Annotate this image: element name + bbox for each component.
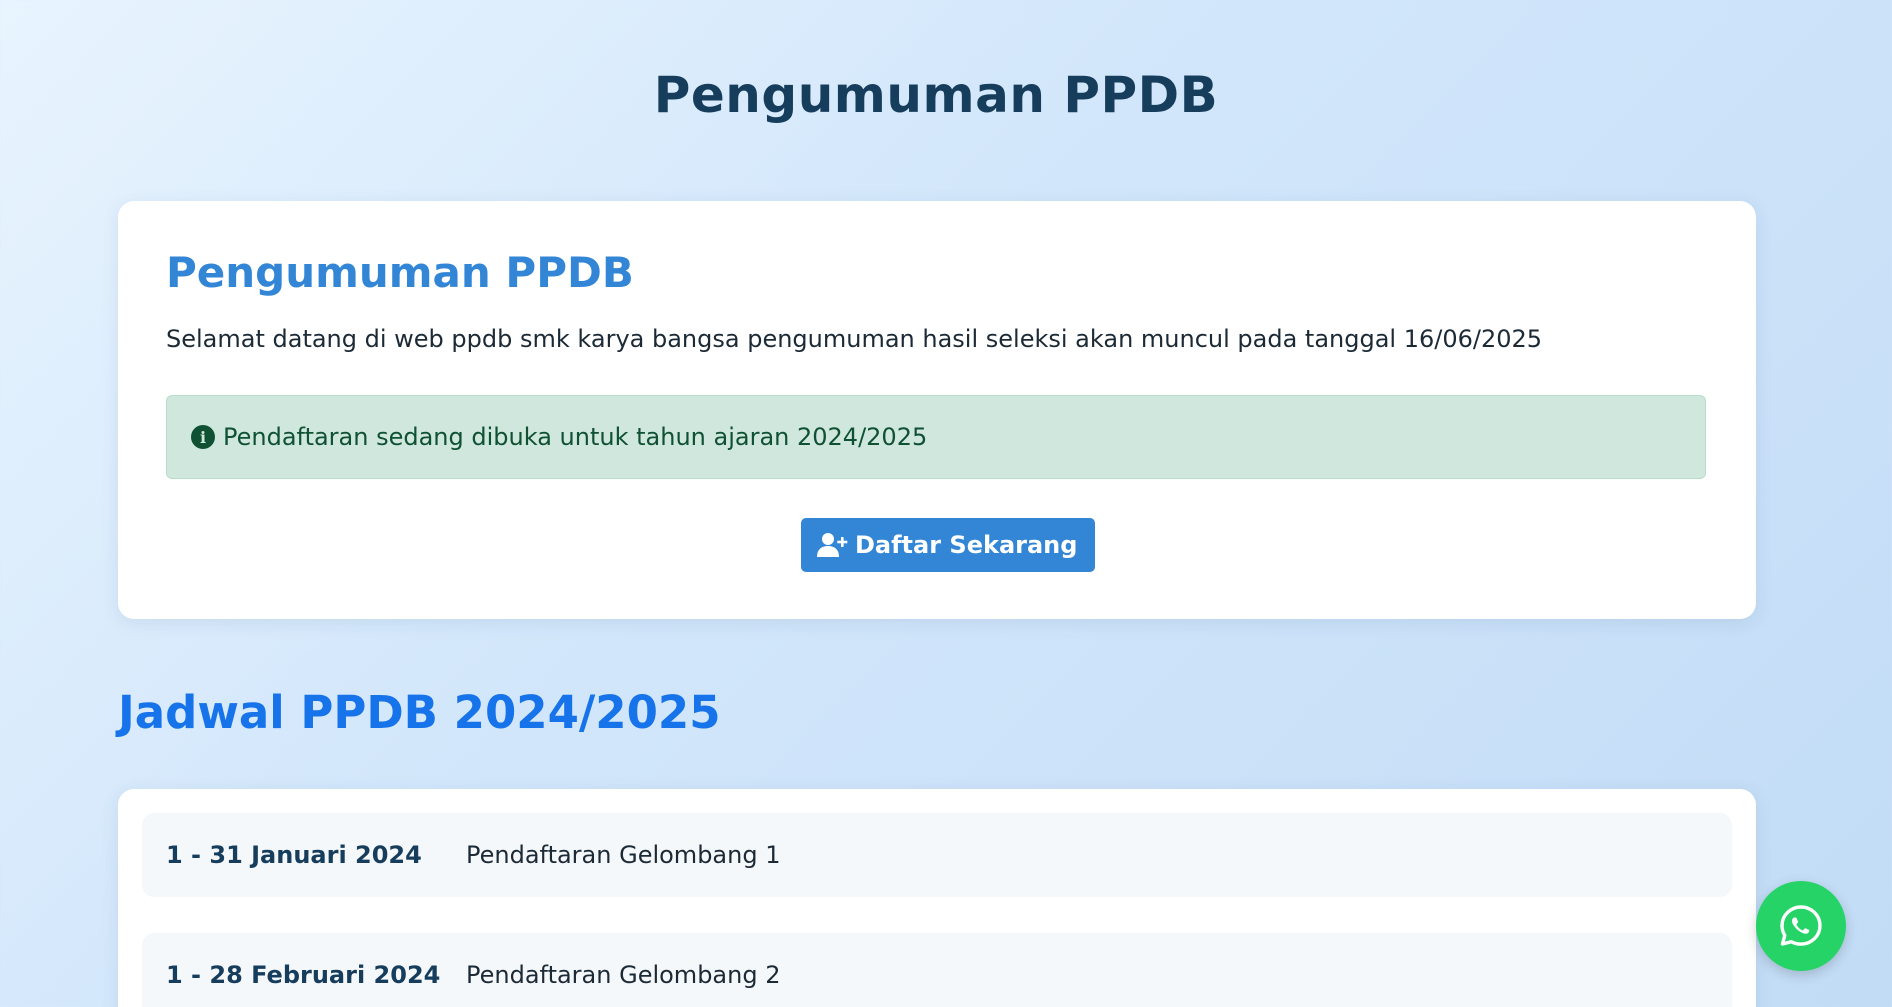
- whatsapp-chat-button[interactable]: [1756, 881, 1846, 971]
- schedule-row: 1 - 31 Januari 2024 Pendaftaran Gelomban…: [142, 813, 1732, 897]
- announcement-description: Selamat datang di web ppdb smk karya ban…: [166, 325, 1543, 353]
- whatsapp-icon: [1780, 905, 1822, 946]
- info-circle-icon: i: [191, 425, 215, 449]
- register-now-button[interactable]: Daftar Sekarang: [801, 518, 1096, 572]
- register-button-label: Daftar Sekarang: [855, 531, 1078, 559]
- schedule-event: Pendaftaran Gelombang 1: [466, 841, 781, 869]
- schedule-title: Jadwal PPDB 2024/2025: [118, 686, 721, 739]
- announcement-card: Pengumuman PPDB Selamat datang di web pp…: [118, 201, 1756, 619]
- user-plus-icon: [817, 533, 848, 557]
- announcement-title: Pengumuman PPDB: [166, 248, 634, 297]
- page-title: Pengumuman PPDB: [653, 66, 1219, 124]
- schedule-date: 1 - 31 Januari 2024: [166, 841, 422, 869]
- schedule-date: 1 - 28 Februari 2024: [166, 961, 441, 989]
- registration-alert: i Pendaftaran sedang dibuka untuk tahun …: [166, 395, 1706, 479]
- schedule-event: Pendaftaran Gelombang 2: [466, 961, 781, 989]
- alert-text: Pendaftaran sedang dibuka untuk tahun aj…: [223, 423, 928, 451]
- schedule-row: 1 - 28 Februari 2024 Pendaftaran Gelomba…: [142, 933, 1732, 1007]
- schedule-card: 1 - 31 Januari 2024 Pendaftaran Gelomban…: [118, 789, 1756, 1007]
